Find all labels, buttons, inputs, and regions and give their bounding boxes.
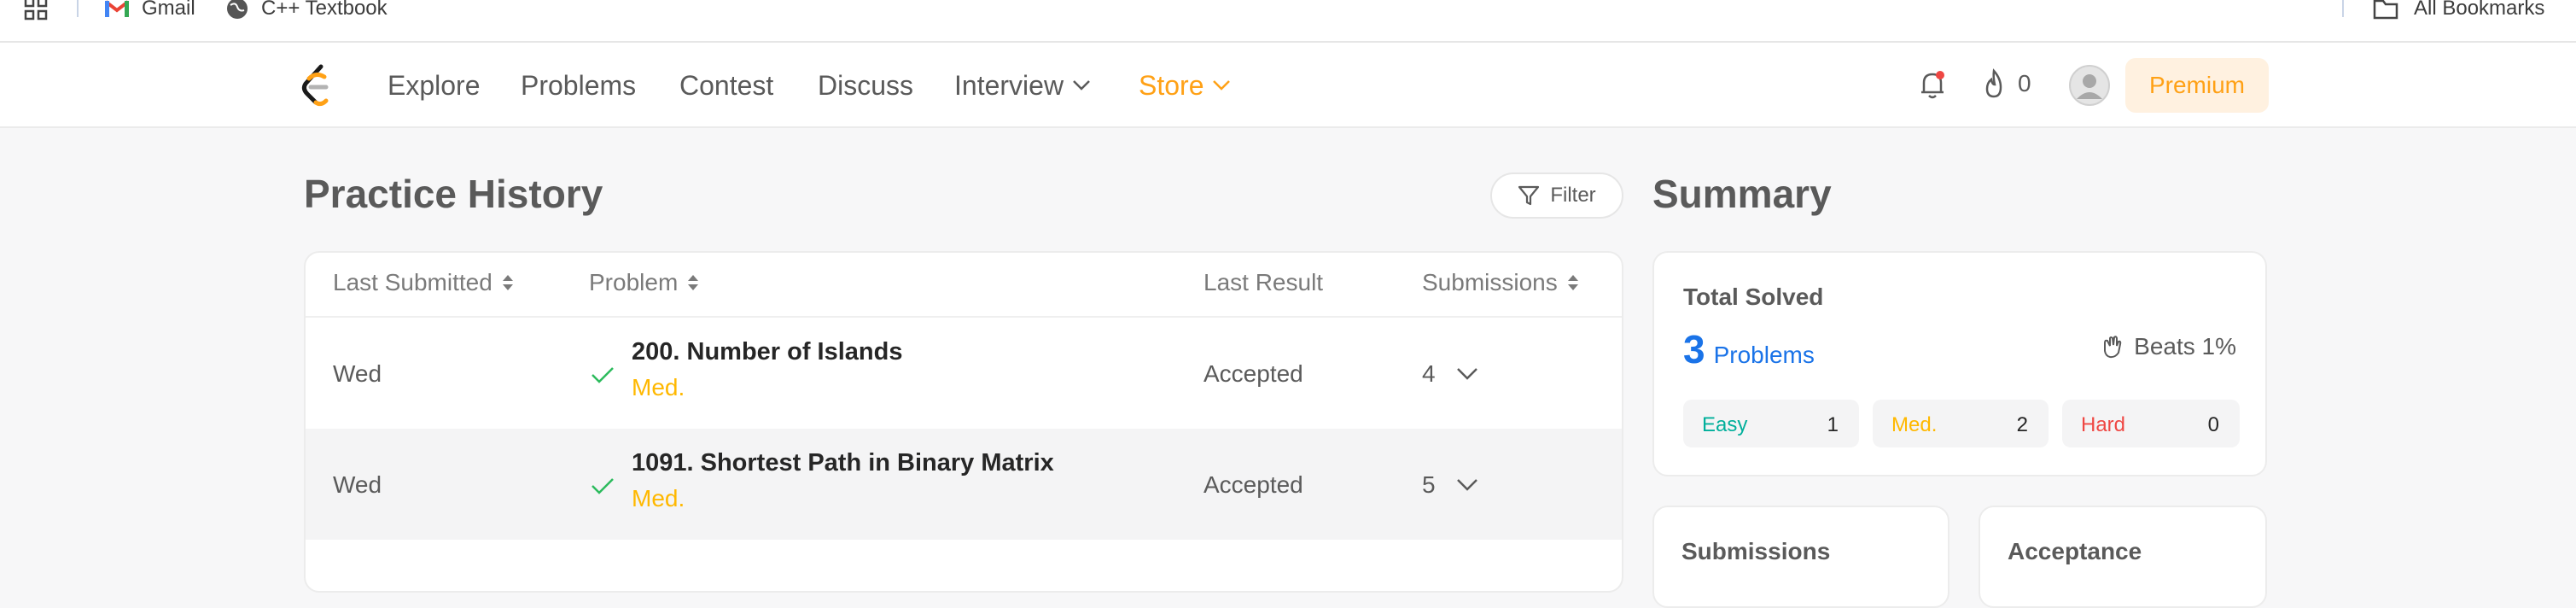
difficulty-count: 2 [2016, 413, 2028, 436]
last-result: Accepted [1203, 471, 1303, 498]
expand-chevron-icon[interactable] [1456, 478, 1478, 492]
column-problem[interactable]: Problem [589, 268, 700, 297]
bookmark-label: Gmail [142, 0, 195, 20]
beats-label: Beats 1% [2134, 333, 2236, 360]
column-label: Last Submitted [333, 269, 492, 295]
nav-store-label: Store [1139, 70, 1204, 101]
row-day: Wed [333, 360, 382, 387]
all-bookmarks-button[interactable]: All Bookmarks [2373, 0, 2544, 22]
avatar[interactable] [2069, 65, 2110, 106]
problem-title-link[interactable]: 200. Number of Islands [632, 338, 903, 366]
beats-group: Beats 1% [2100, 333, 2236, 360]
difficulty-count: 1 [1827, 413, 1839, 436]
apps-grid-icon[interactable] [24, 0, 48, 22]
premium-button[interactable]: Premium [2125, 58, 2269, 113]
leetcode-logo[interactable] [299, 63, 336, 108]
nav-interview[interactable]: Interview [954, 67, 1091, 104]
medium-count-pill: Med. 2 [1873, 400, 2049, 447]
solved-count: 3 [1683, 327, 1705, 371]
submissions-card-title: Submissions [1681, 538, 1831, 564]
difficulty-label: Med. [632, 374, 685, 400]
difficulty-label: Easy [1702, 413, 1748, 436]
nav-discuss[interactable]: Discuss [818, 67, 913, 104]
submission-count: 4 [1422, 360, 1436, 387]
difficulty-label: Hard [2081, 413, 2126, 436]
column-last-submitted[interactable]: Last Submitted [333, 268, 515, 297]
solved-count-group: 3 Problems [1683, 326, 1815, 372]
column-label: Last Result [1203, 269, 1324, 295]
check-icon [591, 476, 615, 495]
nav-store[interactable]: Store [1139, 67, 1231, 104]
difficulty-label: Med. [632, 485, 685, 512]
problem-title-link[interactable]: 1091. Shortest Path in Binary Matrix [632, 449, 1054, 477]
problems-link[interactable]: Problems [1714, 342, 1815, 369]
check-icon [591, 365, 615, 384]
nav-contest[interactable]: Contest [679, 67, 773, 104]
gmail-icon [104, 0, 130, 19]
submission-count: 5 [1422, 471, 1436, 498]
clapping-hands-icon [2100, 334, 2125, 360]
column-label: Submissions [1422, 269, 1558, 295]
column-label: Problem [589, 269, 679, 295]
flame-icon [1982, 68, 2006, 99]
acceptance-card-title: Acceptance [2008, 538, 2142, 564]
bookmarks-separator [2342, 0, 2344, 17]
filter-icon [1518, 184, 1540, 207]
row-day: Wed [333, 471, 382, 498]
globe-icon [225, 0, 249, 20]
expand-chevron-icon[interactable] [1456, 367, 1478, 381]
easy-count-pill: Easy 1 [1683, 400, 1859, 447]
sort-icon [1566, 272, 1580, 293]
summary-title: Summary [1652, 172, 1832, 216]
last-result: Accepted [1203, 360, 1303, 387]
sort-icon [686, 272, 700, 293]
table-row[interactable]: Wed 1091. Shortest Path in Binary Matrix… [306, 429, 1622, 540]
practice-history-table: Last Submitted Problem Last Result Submi… [304, 251, 1623, 593]
filter-button[interactable]: Filter [1490, 172, 1623, 219]
column-last-result: Last Result [1203, 268, 1323, 297]
nav-interview-label: Interview [954, 70, 1064, 101]
all-bookmarks-label: All Bookmarks [2414, 0, 2545, 20]
nav-problems[interactable]: Problems [521, 67, 636, 104]
notification-bell-icon[interactable] [1917, 68, 1948, 101]
bookmark-label: C++ Textbook [261, 0, 388, 20]
table-row[interactable]: Wed 200. Number of Islands Med. Accepted… [306, 318, 1622, 429]
filter-label: Filter [1550, 184, 1596, 207]
practice-history-title: Practice History [304, 172, 603, 216]
bookmarks-separator [77, 0, 79, 17]
acceptance-card: Acceptance [1979, 506, 2267, 608]
difficulty-label: Med. [1891, 413, 1938, 436]
bookmarks-bar: Gmail C++ Textbook All Bookmarks [0, 0, 2576, 43]
chevron-down-icon [1212, 79, 1231, 91]
hard-count-pill: Hard 0 [2062, 400, 2240, 447]
streak-count: 0 [2018, 70, 2031, 96]
bookmark-cpp-textbook[interactable]: C++ Textbook [225, 0, 388, 22]
chevron-down-icon [1072, 79, 1091, 91]
difficulty-count: 0 [2207, 413, 2219, 436]
bookmark-gmail[interactable]: Gmail [104, 0, 195, 22]
folder-icon [2373, 0, 2398, 20]
nav-explore[interactable]: Explore [388, 67, 481, 104]
sort-icon [501, 272, 515, 293]
submissions-card: Submissions [1652, 506, 1949, 608]
streak-counter[interactable]: 0 [1982, 68, 2031, 99]
column-submissions[interactable]: Submissions [1422, 268, 1580, 297]
top-navigation: Explore Problems Contest Discuss Intervi… [0, 43, 2576, 128]
total-solved-label: Total Solved [1683, 284, 1824, 310]
summary-card: Total Solved 3 Problems Beats 1% Easy 1 … [1652, 251, 2267, 476]
